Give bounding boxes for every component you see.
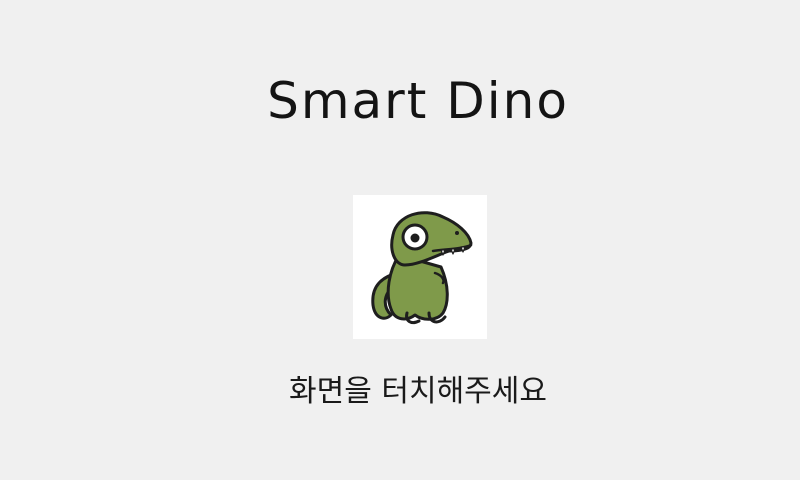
app-title: Smart Dino — [267, 72, 569, 130]
touch-screen-prompt: 화면을 터치해주세요 — [289, 374, 547, 409]
dino-logo — [353, 195, 487, 339]
touch-to-start-screen[interactable]: Smart Dino 화면을 터치해주세요 — [0, 0, 800, 480]
dino-mascot-icon — [371, 211, 473, 325]
